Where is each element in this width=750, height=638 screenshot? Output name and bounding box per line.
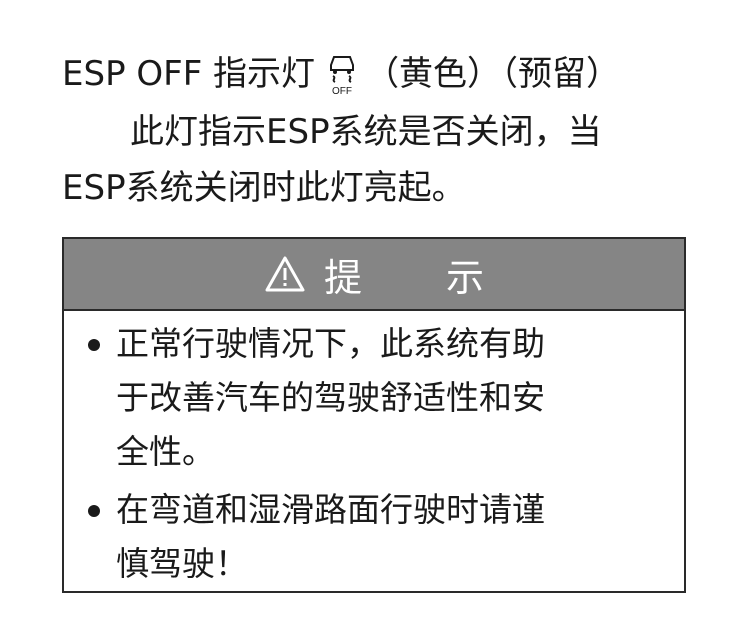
notice-item: 正常行驶情况下，此系统有助 于改善汽车的驾驶舒适性和安 全性。 xyxy=(88,317,545,479)
notice-item-line: 正常行驶情况下，此系统有助 xyxy=(116,324,545,363)
warning-triangle-icon xyxy=(265,256,305,292)
esp-off-icon-text: OFF xyxy=(332,86,352,97)
bullet-icon xyxy=(88,505,100,517)
notice-item-line: 在弯道和湿滑路面行驶时请谨 xyxy=(116,490,545,529)
heading-label: ESP OFF 指示灯 xyxy=(62,54,316,94)
notice-header: 提 示 xyxy=(64,239,684,311)
notice-item-line: 于改善汽车的驾驶舒适性和安 xyxy=(116,378,545,417)
notice-title: 提 示 xyxy=(323,255,521,300)
notice-item: 在弯道和湿滑路面行驶时请谨 慎驾驶！ xyxy=(88,483,545,591)
paragraph-line-2: ESP系统关闭时此灯亮起。 xyxy=(62,168,466,208)
heading-suffix: （黄色）（预留） xyxy=(365,54,621,94)
esp-off-icon: OFF xyxy=(325,51,359,97)
bullet-icon xyxy=(88,339,100,351)
notice-item-line: 全性。 xyxy=(116,432,215,471)
paragraph-line-1: 此灯指示ESP系统是否关闭，当 xyxy=(130,112,602,152)
notice-box: 提 示 正常行驶情况下，此系统有助 于改善汽车的驾驶舒适性和安 全性。 在弯道和… xyxy=(62,237,686,593)
notice-item-line: 慎驾驶！ xyxy=(116,544,248,583)
section-heading: ESP OFF 指示灯 OFF （黄色）（预留） xyxy=(62,48,620,100)
